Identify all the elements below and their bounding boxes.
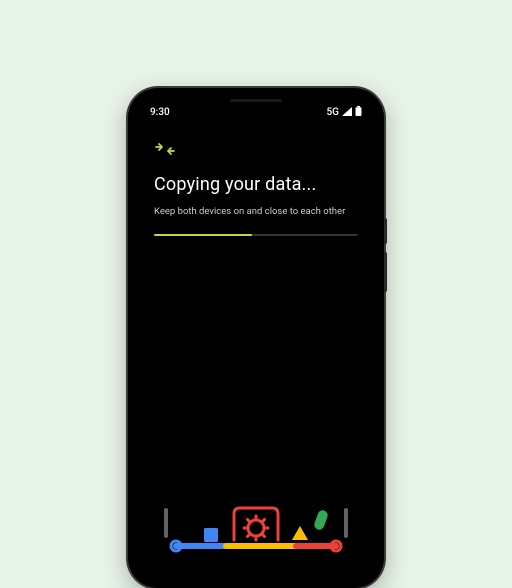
setup-content: Copying your data... Keep both devices o… (136, 123, 376, 236)
page-title: Copying your data... (154, 174, 358, 195)
status-right: 5G (327, 106, 363, 119)
bumper-left (164, 508, 168, 538)
progress-fill (154, 234, 252, 236)
phone-frame: 9:30 5G Copyi (128, 88, 384, 588)
conveyor-illustration (146, 478, 366, 568)
gear-icon (244, 516, 268, 540)
progress-bar (154, 234, 358, 236)
transfer-arrows-icon (154, 141, 358, 160)
signal-icon (342, 107, 352, 119)
status-time: 9:30 (150, 107, 170, 118)
network-label: 5G (327, 107, 340, 118)
power-button (384, 252, 387, 292)
blue-box-icon (204, 528, 218, 542)
phone-speaker (230, 99, 282, 102)
yellow-triangle-icon (292, 526, 308, 540)
volume-button (384, 218, 387, 244)
app-canvas: 9:30 5G Copyi (0, 0, 512, 512)
page-subtitle: Keep both devices on and close to each o… (154, 205, 358, 218)
bumper-right (344, 508, 348, 538)
battery-icon (355, 106, 362, 119)
phone-screen: 9:30 5G Copyi (136, 96, 376, 580)
green-pill-icon (313, 509, 329, 531)
